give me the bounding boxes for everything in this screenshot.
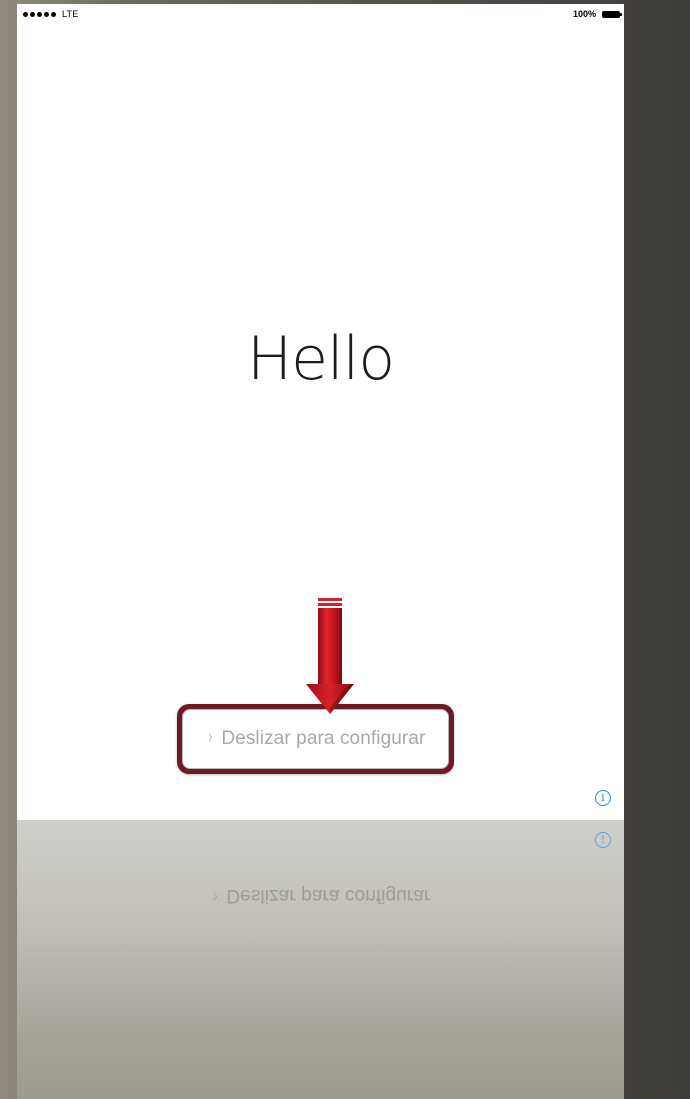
reflected-slide-label: Deslizar para configurar — [226, 885, 431, 906]
battery-percent: 100% — [572, 9, 596, 19]
reflected-slide-label-group: › Deslizar para configurar — [17, 884, 624, 909]
slide-to-setup-label: Deslizar para configurar — [221, 728, 426, 749]
status-bar: LTE 100% — [17, 4, 624, 26]
device-frame: LTE 100% Hello › Deslizar para configura… — [0, 0, 690, 1099]
greeting-title: Hello — [246, 324, 395, 394]
reflected-info-icon: ! — [595, 832, 611, 848]
battery-icon — [602, 11, 622, 18]
screen-reflection: ! › Deslizar para configurar — [17, 820, 624, 1099]
carrier-label: LTE — [62, 9, 79, 19]
signal-dots-icon — [23, 12, 56, 17]
chevron-right-icon: › — [207, 725, 213, 750]
slide-to-setup-control[interactable]: › Deslizar para configurar — [182, 709, 449, 769]
info-icon[interactable]: i — [595, 790, 611, 806]
setup-screen: LTE 100% Hello › Deslizar para configura… — [17, 4, 624, 820]
down-arrow-icon — [306, 598, 354, 714]
reflected-chevron-icon: › — [212, 884, 218, 909]
